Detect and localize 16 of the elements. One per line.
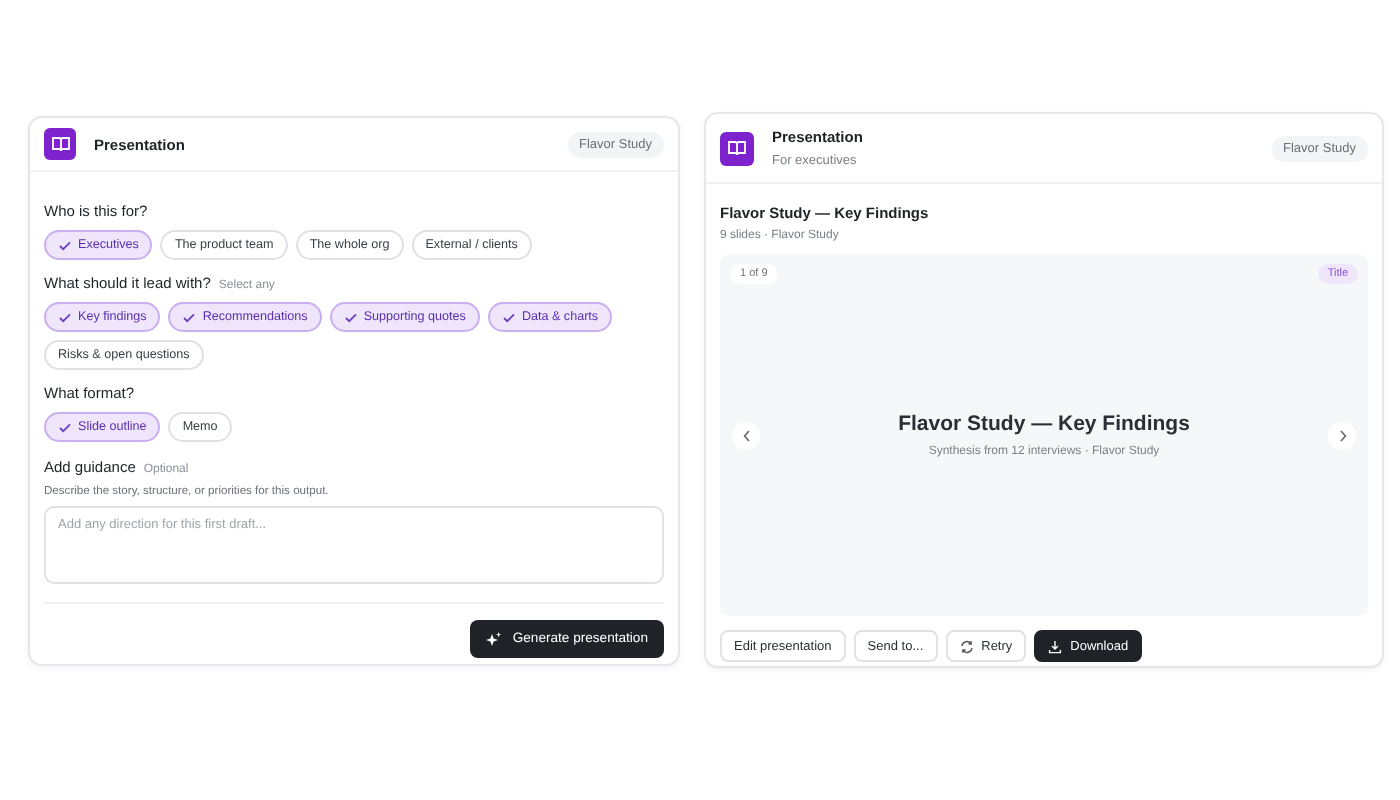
previous-button[interactable] xyxy=(732,421,760,449)
chevron-left-icon xyxy=(741,429,751,441)
check-icon xyxy=(58,311,72,323)
book-icon xyxy=(720,131,754,165)
sparkle-icon xyxy=(486,631,503,647)
check-icon xyxy=(501,311,516,323)
check-icon xyxy=(58,421,72,433)
next-button[interactable] xyxy=(1328,421,1356,449)
slide-title: Flavor Study — Key Findings xyxy=(898,412,1190,436)
refresh-icon xyxy=(959,639,974,653)
check-icon xyxy=(58,239,72,251)
check-icon xyxy=(343,311,358,323)
book-icon xyxy=(44,128,76,160)
chevron-right-icon xyxy=(1337,429,1347,441)
check-icon xyxy=(182,311,197,323)
download-icon xyxy=(1048,639,1063,653)
